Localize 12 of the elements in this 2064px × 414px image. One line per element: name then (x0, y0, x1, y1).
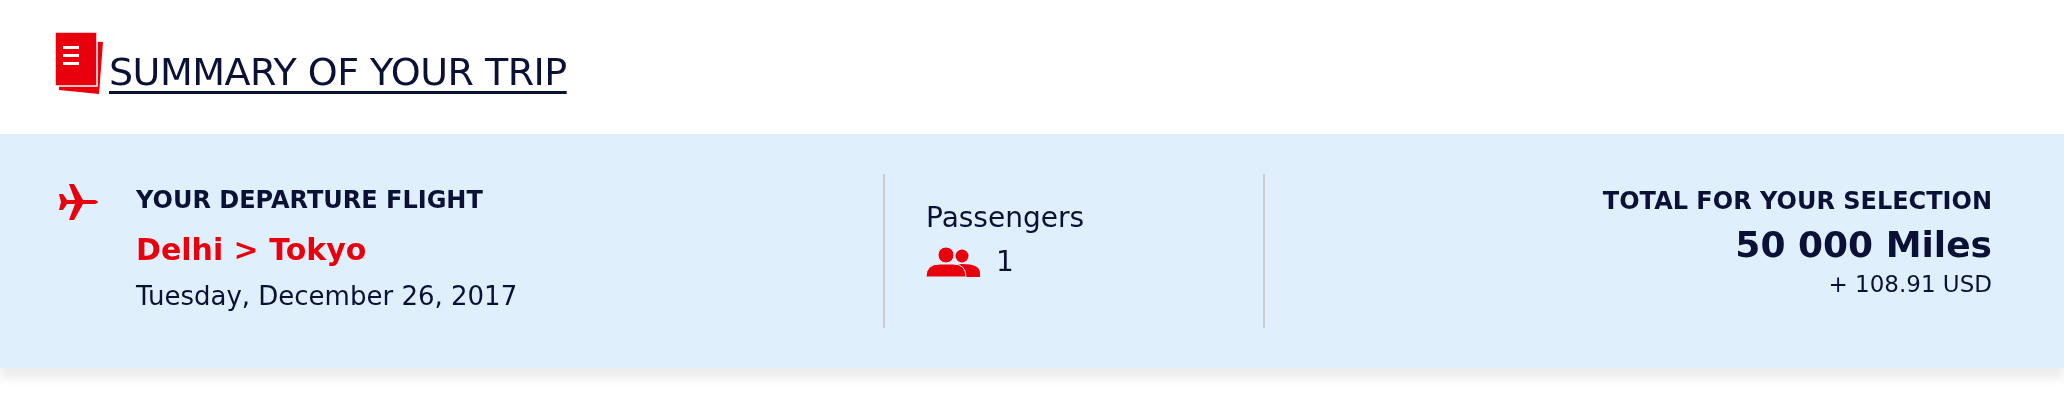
people-icon (926, 247, 980, 277)
total-heading: TOTAL FOR YOUR SELECTION (1602, 186, 1992, 217)
flight-date: Tuesday, December 26, 2017 (136, 280, 518, 313)
trip-summary-link[interactable]: SUMMARY OF YOUR TRIP (109, 50, 567, 94)
passenger-count: 1 (996, 244, 1014, 280)
airplane-icon (57, 184, 101, 220)
total-fees: + 108.91 USD (1828, 270, 1992, 299)
flight-heading: YOUR DEPARTURE FLIGHT (136, 185, 484, 216)
flight-route: Delhi > Tokyo (136, 231, 368, 269)
total-miles: 50 000 Miles (1735, 223, 1992, 267)
document-icon (55, 32, 105, 94)
passengers-label: Passengers (926, 200, 1086, 236)
